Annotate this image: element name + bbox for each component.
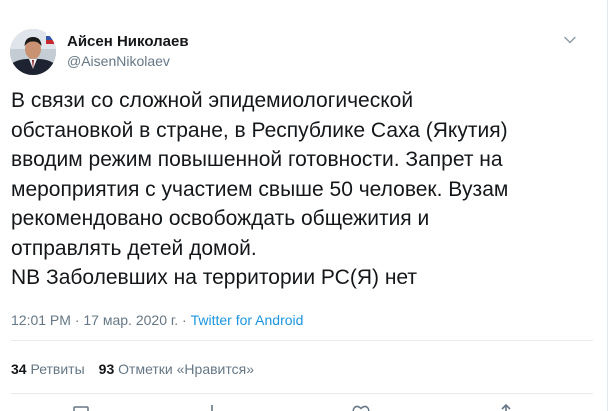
like-icon [352, 405, 370, 411]
tweet-text-line: NB Заболевших на территории РС(Я) нет [11, 266, 418, 289]
tweet-card: Айсен Николаев @AisenNikolaev В связи со… [0, 0, 608, 411]
tweet-meta: 12:01 PM · 17 мар. 2020 г. · Twitter for… [11, 312, 303, 328]
chevron-down-icon [564, 36, 576, 44]
tweet-text-line: мероприятия с участием свыше 50 человек.… [11, 177, 509, 201]
meta-separator: · [178, 312, 191, 328]
tweet-text-line: обстановкой в стране, в Республике Саха … [11, 118, 508, 142]
author-name[interactable]: Айсен Николаев [67, 33, 189, 50]
retweets-count: 34 [11, 361, 27, 377]
tweet-text-line: отправлять детей домой. [11, 236, 257, 260]
retweets-stat[interactable]: 34 Ретвиты [11, 361, 85, 377]
tweet-text: В связи со сложной эпидемиологической об… [11, 86, 596, 293]
tweet-time[interactable]: 12:01 PM [11, 312, 71, 328]
avatar-image [10, 29, 56, 75]
retweet-icon [211, 405, 213, 411]
share-button[interactable] [497, 404, 515, 411]
tweet-text-line: В связи со сложной эпидемиологической [11, 89, 414, 112]
like-button[interactable] [352, 404, 370, 411]
likes-stat[interactable]: 93 Отметки «Нравится» [99, 361, 254, 377]
retweets-label: Ретвиты [30, 361, 85, 377]
likes-count: 93 [98, 361, 115, 377]
divider [11, 340, 593, 341]
likes-label: Отметки «Нравится» [118, 361, 254, 377]
tweet-date[interactable]: 17 мар. 2020 г. [83, 312, 178, 328]
author-handle[interactable]: @AisenNikolaev [67, 53, 170, 69]
reply-icon [73, 406, 89, 411]
tweet-text-line: вводим режим повышенной готовности. Запр… [11, 148, 503, 171]
avatar[interactable] [10, 29, 56, 75]
reply-button[interactable] [72, 404, 90, 411]
tweet-menu-button[interactable] [560, 30, 580, 50]
tweet-text-line: рекомендовано освобождать общежития и [11, 207, 430, 230]
tweet-source-link[interactable]: Twitter for Android [191, 312, 304, 328]
tweet-actions-bar [0, 404, 608, 411]
divider [11, 393, 593, 394]
share-icon [501, 404, 511, 411]
retweet-button[interactable] [210, 404, 228, 411]
meta-separator: · [70, 312, 84, 328]
tweet-stats: 34 Ретвиты 93 Отметки «Нравится» [11, 361, 254, 377]
